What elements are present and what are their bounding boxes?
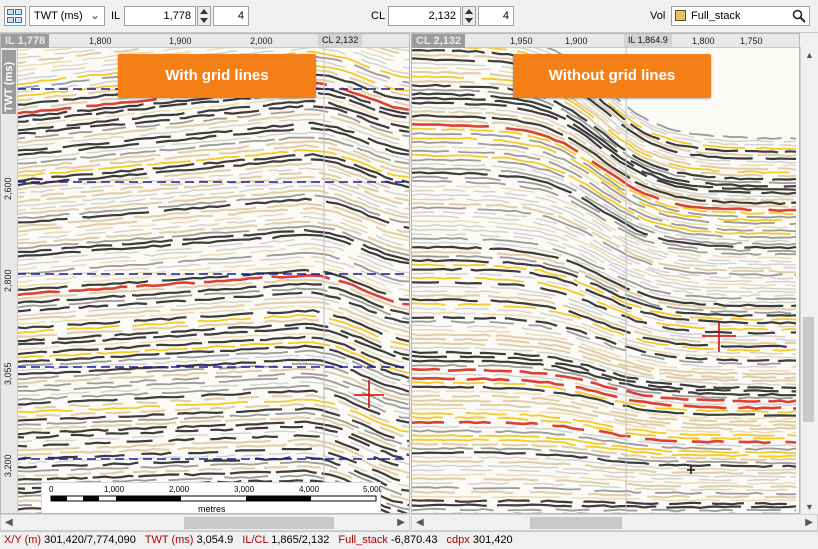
- status-ilcl-value: 1,865/2,132: [271, 534, 330, 546]
- il-step-input[interactable]: 4: [213, 6, 249, 26]
- section-title: CL 2,132: [412, 34, 466, 48]
- scale-unit: metres: [198, 504, 226, 514]
- scale-bar: 0 1,000 2,000 3,000 4,000 5,000 metres: [41, 482, 381, 514]
- status-volume-value: -6,870.43: [391, 534, 438, 546]
- horizontal-scrollbar-left[interactable]: ◀ ▶: [0, 514, 410, 531]
- horizontal-scrollbar-right[interactable]: ◀ ▶: [411, 514, 818, 531]
- volume-value: Full_stack: [691, 10, 741, 22]
- domain-select[interactable]: TWT (ms) ⌄: [29, 6, 105, 26]
- callout-without-grid-lines: Without grid lines: [513, 54, 711, 98]
- domain-select-value: TWT (ms): [34, 10, 83, 22]
- grid-line-overlay: [17, 48, 409, 513]
- cursor-crosshair-icon: [702, 322, 736, 352]
- status-bar: X/Y (m) 301,420/7,774,090 TWT (ms) 3,054…: [0, 531, 818, 549]
- side-tick-label: 2,800: [3, 269, 13, 292]
- scrollbar-thumb[interactable]: [184, 517, 334, 529]
- status-xy-value: 301,420/7,774,090: [44, 534, 136, 546]
- search-icon[interactable]: [792, 9, 806, 23]
- crossline-top-axis: CL 2,132 1,950 1,900 IL 1,864.9 1,800 1,…: [412, 34, 799, 48]
- scale-tick: 0: [49, 485, 54, 494]
- crossline-tag: CL 2,132: [318, 34, 363, 47]
- cursor-crosshair-icon: [354, 380, 384, 408]
- axis-title: TWT (ms): [2, 50, 16, 114]
- scroll-right-icon[interactable]: ▶: [397, 517, 405, 528]
- scrollbar-thumb[interactable]: [803, 317, 814, 422]
- top-tick-label: 1,800: [692, 36, 715, 46]
- scrollbar-thumb[interactable]: [530, 517, 622, 529]
- toolbar: TWT (ms) ⌄ IL 1,778 4 CL 2,132 4 Vol Ful…: [0, 0, 818, 33]
- side-tick-label: 3,055: [3, 362, 13, 385]
- top-tick-label: 1,750: [740, 36, 763, 46]
- scroll-left-icon[interactable]: ◀: [5, 517, 13, 528]
- inline-top-axis: IL 1,778 1,800 1,900 2,000 CL 2,132: [1, 34, 409, 48]
- top-tick-label: 1,900: [565, 36, 588, 46]
- cl-step-input[interactable]: 4: [478, 6, 514, 26]
- scale-tick: 4,000: [299, 485, 320, 494]
- top-tick-label: 1,800: [89, 36, 112, 46]
- status-cdpx-value: 301,420: [472, 534, 513, 546]
- crossline-overlay: [625, 48, 736, 513]
- scale-tick: 3,000: [234, 485, 255, 494]
- side-tick-label: 3,200: [3, 454, 13, 477]
- scale-tick: 5,000: [363, 485, 381, 494]
- scale-tick: 2,000: [169, 485, 190, 494]
- status-ilcl-label: IL/CL: [242, 534, 269, 546]
- status-cdpx-label: cdpx: [446, 534, 470, 546]
- status-volume-label: Full_stack: [338, 534, 388, 546]
- layout-grid-icon[interactable]: [4, 6, 26, 26]
- scroll-left-icon[interactable]: ◀: [416, 517, 424, 528]
- cl-input[interactable]: 2,132: [388, 6, 461, 26]
- plus-marker-icon: [687, 466, 695, 474]
- cl-spinner[interactable]: [462, 6, 476, 26]
- status-xy-label: X/Y (m): [4, 534, 42, 546]
- side-tick-label: 2,600: [3, 177, 13, 200]
- top-tick-label: 2,000: [250, 36, 273, 46]
- vol-label: Vol: [650, 10, 666, 22]
- inline-tag: IL 1,864.9: [624, 34, 672, 47]
- cl-label: CL: [371, 10, 386, 22]
- status-twt-label: TWT (ms): [144, 534, 194, 546]
- scroll-right-icon[interactable]: ▶: [805, 517, 813, 528]
- status-twt-value: 3,054.9: [196, 534, 234, 546]
- chevron-down-icon: ⌄: [89, 8, 100, 22]
- vertical-scrollbar[interactable]: ▲ ▼: [800, 47, 816, 514]
- il-label: IL: [111, 10, 121, 22]
- scroll-down-icon[interactable]: ▼: [805, 502, 814, 512]
- volume-cube-icon: [675, 10, 686, 21]
- il-input[interactable]: 1,778: [124, 6, 196, 26]
- scroll-up-icon[interactable]: ▲: [805, 50, 814, 60]
- callout-with-grid-lines: With grid lines: [118, 54, 316, 98]
- twt-axis: TWT (ms) 2,600 2,800 3,055 3,200: [1, 48, 18, 513]
- section-title: IL 1,778: [1, 34, 50, 48]
- crossline-section-panel[interactable]: CL 2,132 1,950 1,900 IL 1,864.9 1,800 1,…: [411, 33, 800, 514]
- il-spinner[interactable]: [197, 6, 211, 26]
- top-tick-label: 1,950: [510, 36, 533, 46]
- volume-select[interactable]: Full_stack: [671, 6, 810, 26]
- top-tick-label: 1,900: [169, 36, 192, 46]
- scale-tick: 1,000: [104, 485, 125, 494]
- inline-section-panel[interactable]: IL 1,778 1,800 1,900 2,000 CL 2,132 TWT …: [0, 33, 410, 514]
